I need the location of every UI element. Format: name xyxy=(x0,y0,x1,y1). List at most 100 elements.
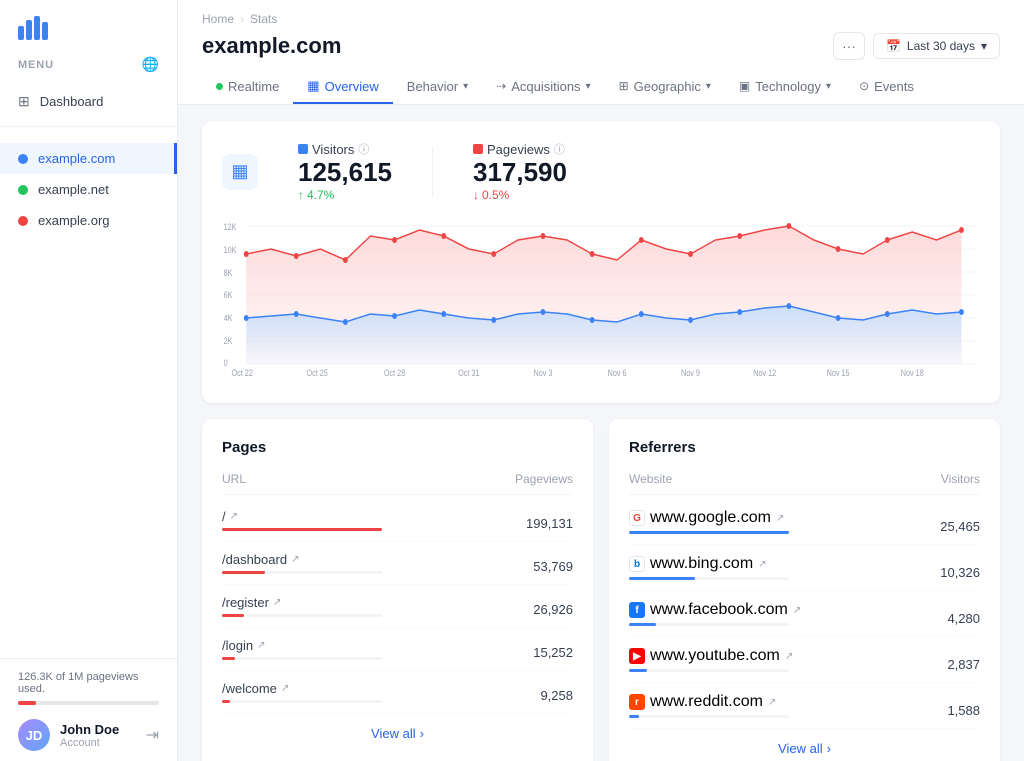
svg-text:8K: 8K xyxy=(224,268,233,278)
external-link-icon: ↗ xyxy=(793,605,801,616)
row-bar-container xyxy=(629,715,789,718)
svg-text:Oct 22: Oct 22 xyxy=(231,368,253,378)
grid-icon: ⊞ xyxy=(18,93,30,110)
tab-behavior[interactable]: Behavior ▾ xyxy=(393,70,482,104)
referrers-table-header: Website Visitors xyxy=(629,472,980,495)
chart-icon: ▦ xyxy=(222,154,258,190)
row-url[interactable]: f www.facebook.com ↗ xyxy=(629,601,801,619)
overview-icon: ▦ xyxy=(307,78,319,94)
info-icon[interactable]: ⓘ xyxy=(358,141,369,157)
table-row: /welcome ↗ 9,258 xyxy=(222,671,573,714)
sidebar-item-example-net[interactable]: example.net xyxy=(0,174,177,205)
visitors-metric: Visitors ⓘ 125,615 ↑ 4.7% xyxy=(298,141,392,202)
pages-rows: / ↗ 199,131 /dashboard ↗ 53,769 /registe… xyxy=(222,499,573,714)
tab-geographic[interactable]: ⊞ Geographic ▾ xyxy=(605,70,725,104)
row-url[interactable]: /welcome ↗ xyxy=(222,681,382,696)
svg-text:2K: 2K xyxy=(224,336,233,346)
row-value: 25,465 xyxy=(940,519,980,534)
sidebar-item-dashboard[interactable]: ⊞ Dashboard xyxy=(0,85,177,118)
tabs-row: Realtime ▦ Overview Behavior ▾ ⇢ Acquisi… xyxy=(202,70,1000,104)
metric-divider xyxy=(432,147,433,197)
pageviews-change: ↓ 0.5% xyxy=(473,188,567,202)
date-range-button[interactable]: 📅 Last 30 days ▾ xyxy=(873,33,1000,59)
chevron-down-icon: ▾ xyxy=(463,81,468,92)
row-url[interactable]: r www.reddit.com ↗ xyxy=(629,693,789,711)
chevron-down-icon: ▾ xyxy=(981,39,987,53)
page-title: example.com xyxy=(202,33,341,59)
date-range-label: Last 30 days xyxy=(907,39,975,53)
sidebar-item-example-com[interactable]: example.com xyxy=(0,143,177,174)
pages-table-header: URL Pageviews xyxy=(222,472,573,495)
row-url[interactable]: b www.bing.com ↗ xyxy=(629,555,789,573)
tab-acquisitions[interactable]: ⇢ Acquisitions ▾ xyxy=(482,70,604,104)
tab-realtime[interactable]: Realtime xyxy=(202,70,293,104)
logout-icon[interactable]: ⇥ xyxy=(146,725,159,745)
avatar: JD xyxy=(18,719,50,751)
tab-label: Technology xyxy=(755,79,821,94)
menu-row: MENU 🌐 xyxy=(0,48,177,81)
row-url[interactable]: /register ↗ xyxy=(222,595,382,610)
table-row: /register ↗ 26,926 xyxy=(222,585,573,628)
tab-events[interactable]: ⊙ Events xyxy=(845,70,928,104)
external-link-icon: ↗ xyxy=(758,559,766,570)
row-value: 53,769 xyxy=(533,559,573,574)
row-value: 4,280 xyxy=(947,611,980,626)
pages-view-all[interactable]: View all › xyxy=(222,726,573,741)
usage-bar-fill xyxy=(18,701,36,705)
svg-text:4K: 4K xyxy=(224,313,233,323)
row-url[interactable]: / ↗ xyxy=(222,509,382,524)
chevron-right-icon: › xyxy=(827,741,831,756)
external-link-icon: ↗ xyxy=(291,554,299,565)
row-url[interactable]: /dashboard ↗ xyxy=(222,552,382,567)
row-value: 10,326 xyxy=(940,565,980,580)
row-value: 2,837 xyxy=(947,657,980,672)
usage-bar-bg xyxy=(18,701,159,705)
external-link-icon: ↗ xyxy=(281,683,289,694)
row-bar xyxy=(222,700,230,703)
chart-dot xyxy=(590,251,595,257)
account-name: John Doe xyxy=(60,722,136,737)
site-dot xyxy=(18,154,28,164)
sidebar-bottom: 126.3K of 1M pageviews used. JD John Doe… xyxy=(0,658,177,761)
row-bar-container xyxy=(222,528,382,531)
chart-header: ▦ Visitors ⓘ 125,615 ↑ 4.7% xyxy=(222,141,980,202)
pages-title: Pages xyxy=(222,439,573,456)
line-chart: 12K 10K 8K 6K 4K 2K 0 xyxy=(222,218,980,378)
tab-overview[interactable]: ▦ Overview xyxy=(293,70,392,104)
usage-text: 126.3K of 1M pageviews used. xyxy=(18,671,159,695)
logo-bar-4 xyxy=(42,22,48,40)
row-left: /register ↗ xyxy=(222,595,382,617)
chart-dot xyxy=(343,319,348,325)
row-url[interactable]: ▶ www.youtube.com ↗ xyxy=(629,647,793,665)
sidebar-item-example-org[interactable]: example.org xyxy=(0,205,177,236)
row-url[interactable]: /login ↗ xyxy=(222,638,382,653)
referrer-icon: r xyxy=(629,694,645,710)
referrers-col1: Website xyxy=(629,472,672,486)
tab-technology[interactable]: ▣ Technology ▾ xyxy=(725,70,845,104)
globe-icon[interactable]: 🌐 xyxy=(142,56,159,73)
chart-dot xyxy=(639,237,644,243)
logo xyxy=(0,0,177,48)
row-bar-container xyxy=(222,571,382,574)
account-row: JD John Doe Account ⇥ xyxy=(0,709,177,761)
sidebar-site-label: example.net xyxy=(38,182,109,197)
row-bar-container xyxy=(629,531,789,534)
row-bar-container xyxy=(629,623,789,626)
sidebar-item-label: Dashboard xyxy=(40,94,104,109)
table-row: /dashboard ↗ 53,769 xyxy=(222,542,573,585)
chart-dot xyxy=(491,251,496,257)
logo-icon xyxy=(18,16,48,40)
chart-dot xyxy=(737,309,742,315)
breadcrumb-home[interactable]: Home xyxy=(202,12,234,26)
events-icon: ⊙ xyxy=(859,79,869,93)
chart-dot xyxy=(836,246,841,252)
info-icon[interactable]: ⓘ xyxy=(554,141,565,157)
row-value: 1,588 xyxy=(947,703,980,718)
pageviews-metric: Pageviews ⓘ 317,590 ↓ 0.5% xyxy=(473,141,567,202)
more-options-button[interactable]: ··· xyxy=(833,32,865,60)
referrers-view-all[interactable]: View all › xyxy=(629,741,980,756)
tab-label: Geographic xyxy=(634,79,701,94)
sidebar-divider xyxy=(0,126,177,127)
row-url[interactable]: G www.google.com ↗ xyxy=(629,509,789,527)
row-value: 15,252 xyxy=(533,645,573,660)
